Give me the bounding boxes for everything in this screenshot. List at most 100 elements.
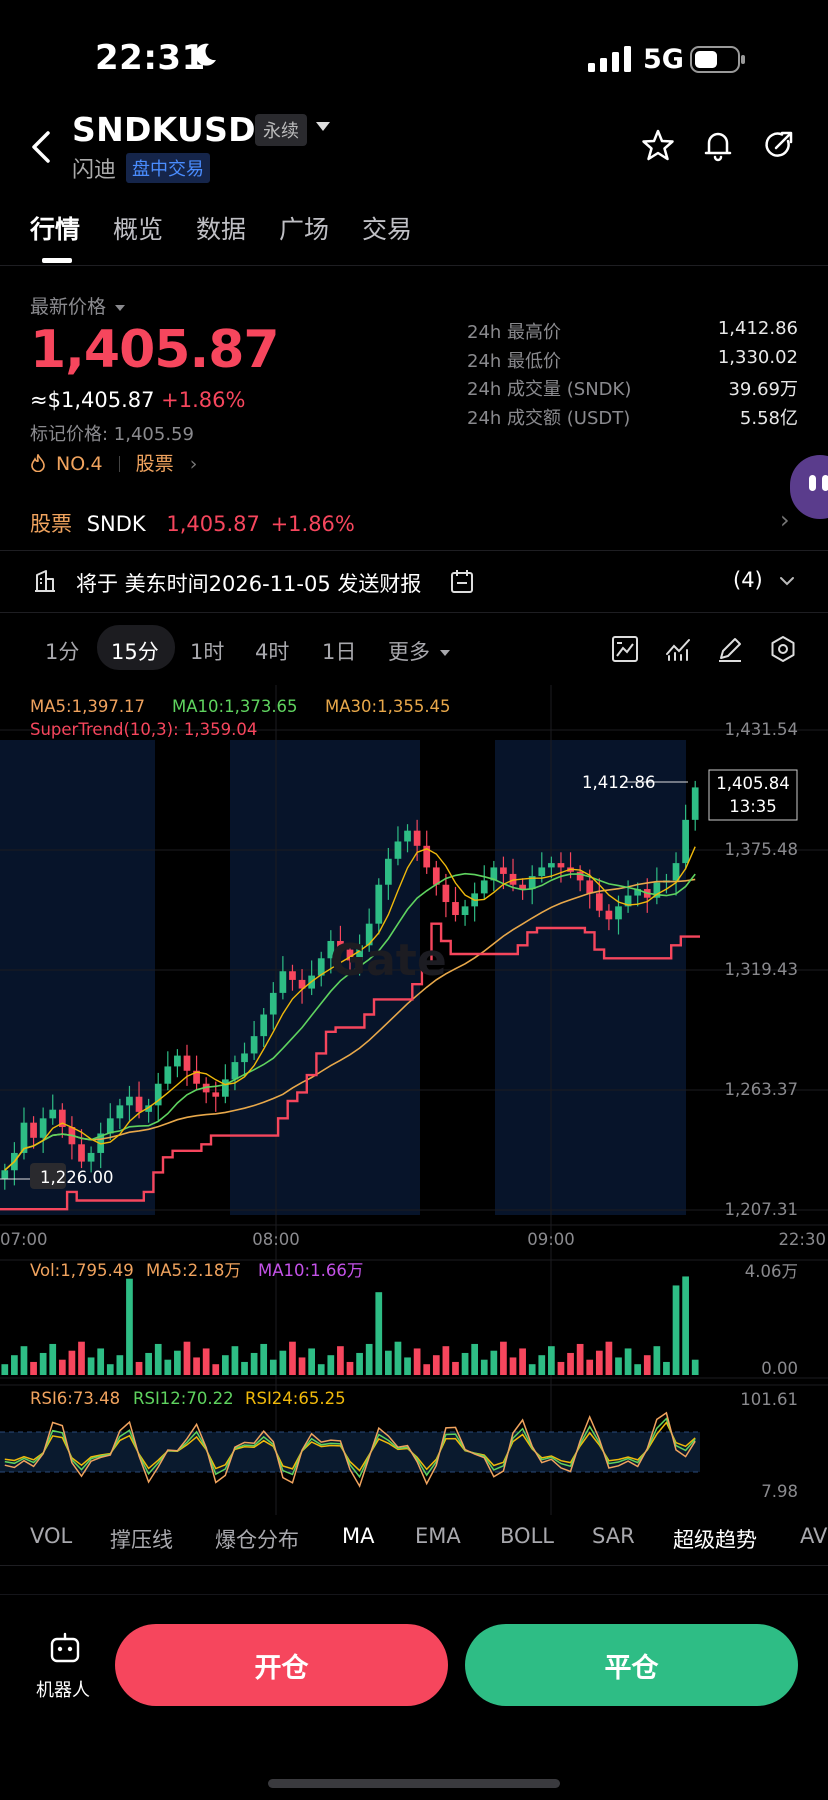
low-marker: 1,226.00 xyxy=(40,1168,113,1187)
volume-bar xyxy=(106,1364,114,1375)
vol-tick: 0.00 xyxy=(761,1359,798,1378)
legend-rsi12: RSI12:70.22 xyxy=(133,1389,234,1408)
robot-button[interactable]: 机器人 xyxy=(36,1632,92,1702)
candle-body xyxy=(106,1118,114,1134)
volume-bar xyxy=(519,1348,526,1375)
candle-body xyxy=(116,1105,124,1119)
divider xyxy=(0,612,828,613)
rank-row[interactable]: NO.4 股票 › xyxy=(30,449,197,476)
volume-bar xyxy=(154,1343,162,1375)
volume-bar xyxy=(586,1359,594,1375)
stock-row[interactable]: 股票 SNDK 1,405.87 +1.86% xyxy=(30,508,355,538)
chevron-down-icon[interactable] xyxy=(778,574,796,588)
divider xyxy=(0,265,828,266)
volume-bar xyxy=(260,1343,268,1375)
ind-tab-boll[interactable]: BOLL xyxy=(500,1524,554,1548)
tab-square[interactable]: 广场 xyxy=(279,210,329,246)
session-badge: 盘中交易 xyxy=(126,153,210,183)
timeframe-more[interactable]: 更多 xyxy=(388,636,450,666)
volume-bar xyxy=(337,1346,344,1375)
chevron-right-icon[interactable]: › xyxy=(780,506,790,534)
chart-type-icon[interactable] xyxy=(610,634,640,664)
volume-bar xyxy=(97,1348,105,1375)
fire-icon xyxy=(30,453,52,475)
volume-bar xyxy=(126,1278,133,1375)
chevron-down-icon[interactable] xyxy=(316,122,330,131)
report-icon xyxy=(35,570,55,592)
ind-tab-support[interactable]: 撑压线 xyxy=(110,1524,173,1554)
calendar-icon xyxy=(451,570,473,593)
candle-body xyxy=(576,871,584,881)
timeframe-1h[interactable]: 1时 xyxy=(190,636,224,666)
assistant-eye-right xyxy=(822,475,828,491)
ind-tab-sar[interactable]: SAR xyxy=(592,1524,635,1548)
tab-indicator xyxy=(42,258,72,263)
tab-trade[interactable]: 交易 xyxy=(362,210,412,246)
time-tick: 07:00 xyxy=(0,1230,48,1249)
volume-bar xyxy=(87,1357,95,1375)
symbol-title[interactable]: SNDKUSDT xyxy=(72,110,279,149)
candle-body xyxy=(164,1066,172,1084)
back-icon[interactable] xyxy=(28,130,54,164)
volume-bar xyxy=(58,1359,66,1375)
close-position-button[interactable]: 平仓 xyxy=(465,1624,798,1706)
latest-price-label[interactable]: 最新价格 xyxy=(30,292,126,319)
volume-bar xyxy=(298,1357,306,1375)
candle-body xyxy=(221,1079,229,1097)
price-chart[interactable]: Gate MA5:1,397.17 MA10:1,373.65 MA30:1,3… xyxy=(0,685,828,1540)
settings-hex-icon[interactable] xyxy=(768,634,798,664)
ind-tab-supertrend[interactable]: 超级趋势 xyxy=(673,1524,757,1554)
volume-bar xyxy=(500,1341,507,1375)
ind-tab-ma[interactable]: MA xyxy=(342,1524,374,1548)
candle-body xyxy=(691,787,699,820)
home-indicator xyxy=(268,1779,560,1788)
volume-bar xyxy=(317,1364,325,1375)
volume-bar xyxy=(471,1343,479,1375)
timeframe-1d[interactable]: 1日 xyxy=(322,636,356,666)
earnings-notice[interactable]: 将于 美东时间2026-11-05 发送财报 xyxy=(76,568,421,598)
price-tick: 1,207.31 xyxy=(725,1200,798,1219)
stat-low-label: 24h 最低价 xyxy=(467,351,562,372)
candle-body xyxy=(250,1036,258,1054)
timeframe-1m[interactable]: 1分 xyxy=(45,636,79,666)
bell-icon[interactable] xyxy=(701,128,735,162)
open-position-button[interactable]: 开仓 xyxy=(115,1624,448,1706)
assistant-float-button[interactable] xyxy=(790,455,828,519)
timeframe-15m[interactable]: 15分 xyxy=(111,636,159,666)
network-type: 5G xyxy=(643,44,684,75)
ind-tab-ema[interactable]: EMA xyxy=(415,1524,461,1548)
ind-tab-vol[interactable]: VOL xyxy=(30,1524,72,1548)
volume-bar xyxy=(615,1357,622,1375)
volume-bar xyxy=(231,1346,239,1375)
volume-bar xyxy=(193,1357,200,1375)
stat-turnover-value: 5.58亿 xyxy=(739,408,798,429)
tab-data[interactable]: 数据 xyxy=(196,210,246,246)
asset-name: 闪迪 xyxy=(72,158,117,183)
ind-tab-liquidation[interactable]: 爆仓分布 xyxy=(215,1524,299,1554)
timeframe-more-label: 更多 xyxy=(388,640,430,664)
volume-bar xyxy=(682,1276,689,1375)
candle-body xyxy=(1,1170,9,1179)
tab-overview[interactable]: 概览 xyxy=(113,210,163,246)
volume-bar xyxy=(183,1341,191,1375)
volume-bar xyxy=(174,1350,181,1375)
indicator-icon[interactable] xyxy=(663,634,693,664)
caret-down-icon xyxy=(115,304,126,311)
volume-bar xyxy=(164,1359,172,1375)
timeframe-4h[interactable]: 4时 xyxy=(255,636,289,666)
latest-price-label-text: 最新价格 xyxy=(30,296,107,318)
draw-pen-icon[interactable] xyxy=(715,634,745,664)
candle-body xyxy=(461,906,469,916)
contract-type-badge[interactable]: 永续 xyxy=(255,114,307,146)
candle-body xyxy=(87,1152,95,1162)
legend-ma10: MA10:1,373.65 xyxy=(172,697,298,716)
star-icon[interactable] xyxy=(641,128,675,162)
share-icon[interactable] xyxy=(762,128,796,162)
notice-count: (4) xyxy=(733,568,763,592)
volume-bar xyxy=(461,1352,469,1375)
volume-bar xyxy=(279,1350,287,1375)
ind-tab-av[interactable]: AV xyxy=(800,1524,827,1548)
legend-rsi6: RSI6:73.48 xyxy=(30,1389,120,1408)
tab-market[interactable]: 行情 xyxy=(30,210,80,246)
volume-bar xyxy=(643,1355,651,1375)
